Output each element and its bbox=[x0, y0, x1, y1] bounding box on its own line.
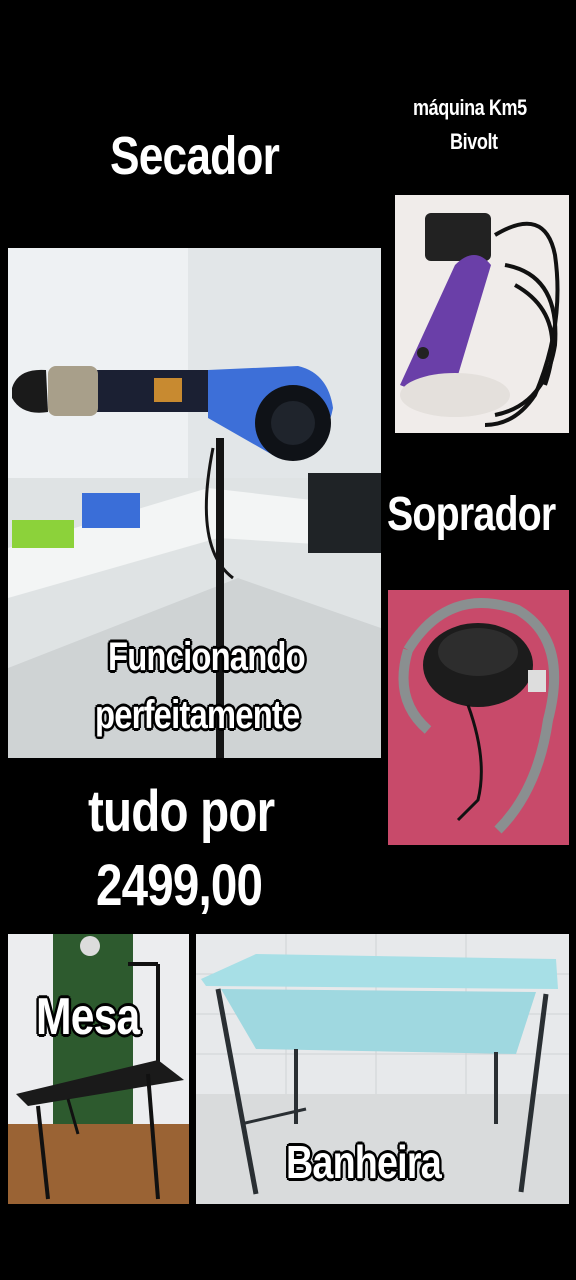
mesa-title: Mesa bbox=[36, 988, 140, 1046]
table-photo bbox=[8, 934, 189, 1204]
blower-illustration bbox=[388, 590, 569, 845]
price-line1: tudo por bbox=[88, 779, 275, 844]
dryer-illustration bbox=[8, 248, 381, 758]
soprador-title: Soprador bbox=[387, 488, 556, 541]
banheira-title: Banheira bbox=[286, 1136, 442, 1188]
clipper-photo bbox=[395, 195, 569, 433]
secador-title: Secador bbox=[110, 126, 280, 186]
clipper-illustration bbox=[395, 195, 569, 433]
blower-photo bbox=[388, 590, 569, 845]
maquina-title-line1: máquina Km5 bbox=[413, 95, 527, 120]
dryer-photo bbox=[8, 248, 381, 758]
funcionando-line1: Funcionando bbox=[108, 635, 306, 679]
price-line2: 2499,00 bbox=[96, 853, 263, 918]
funcionando-line2: perfeitamente bbox=[95, 693, 300, 737]
table-illustration bbox=[8, 934, 189, 1204]
maquina-title-line2: Bivolt bbox=[450, 129, 498, 154]
